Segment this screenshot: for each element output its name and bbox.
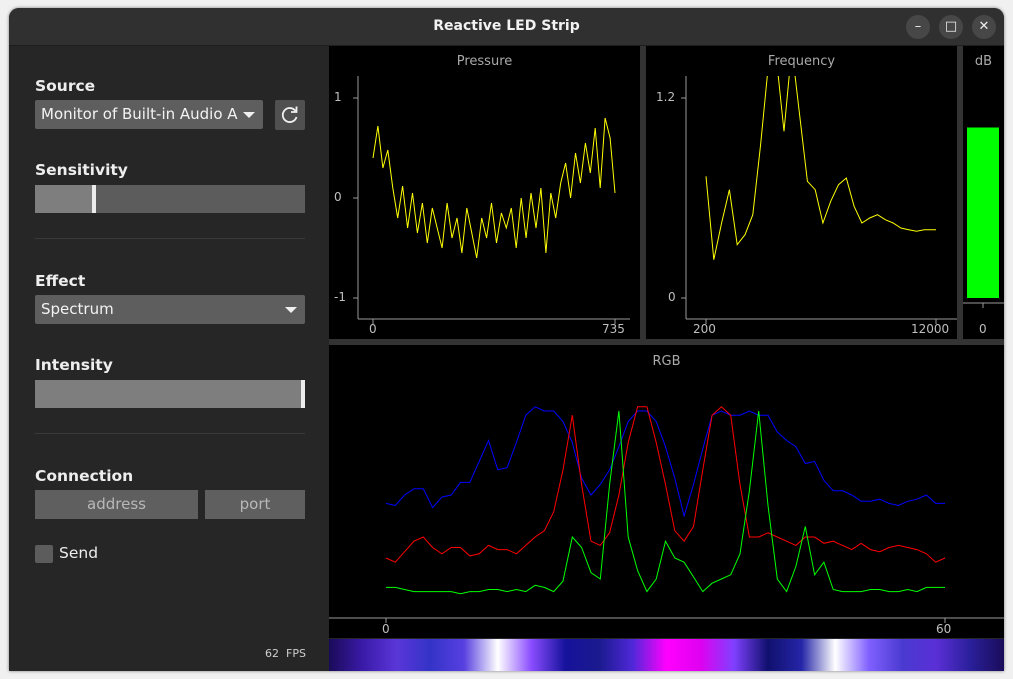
- send-label[interactable]: Send: [59, 544, 98, 562]
- db-level-bar: [967, 127, 999, 298]
- x-tick-label: 12000: [911, 322, 950, 336]
- blue-series-line: [385, 406, 945, 518]
- port-placeholder: port: [239, 495, 271, 513]
- green-series-line: [386, 410, 945, 595]
- divider: [35, 433, 305, 434]
- effect-value: Spectrum: [41, 300, 114, 318]
- y-tick-label: 1.2: [656, 90, 676, 104]
- pressure-series-line: [372, 117, 616, 259]
- y-tick-label: 0: [334, 190, 342, 204]
- fps-value: 62: [265, 647, 279, 660]
- intensity-fill: [35, 380, 305, 408]
- intensity-label: Intensity: [35, 356, 113, 374]
- address-input[interactable]: address: [35, 490, 198, 519]
- close-button[interactable]: ✕: [972, 15, 996, 39]
- sensitivity-slider[interactable]: [35, 185, 305, 213]
- red-series-line: [385, 406, 946, 563]
- fps-unit: FPS: [286, 647, 306, 660]
- frequency-series-line: [705, 76, 936, 260]
- effect-label: Effect: [35, 272, 86, 290]
- minimize-icon: –: [914, 19, 922, 34]
- x-tick-label: 735: [602, 322, 625, 336]
- x-tick-label: 200: [693, 322, 716, 336]
- led-strip-preview: [329, 639, 1004, 671]
- minimize-button[interactable]: –: [906, 15, 930, 39]
- fps-counter: 62 FPS: [265, 647, 306, 660]
- db-meter: dB 0: [963, 46, 1004, 339]
- source-dropdown[interactable]: Monitor of Built-in Audio A: [35, 100, 263, 129]
- source-label: Source: [35, 77, 96, 95]
- pressure-chart: [353, 76, 630, 324]
- chevron-down-icon: [285, 307, 297, 313]
- chevron-down-icon: [243, 112, 255, 118]
- send-checkbox[interactable]: [35, 545, 53, 563]
- port-input[interactable]: port: [205, 490, 305, 519]
- window-title: Reactive LED Strip: [433, 18, 580, 34]
- maximize-icon: □: [944, 19, 958, 34]
- frequency-plot: Frequency 1.2 0 200 12000: [646, 46, 957, 339]
- rgb-chart: [329, 406, 1004, 623]
- intensity-slider[interactable]: [35, 380, 305, 408]
- sensitivity-label: Sensitivity: [35, 161, 128, 179]
- x-tick-label: 60: [936, 622, 952, 636]
- divider: [35, 238, 305, 239]
- maximize-button[interactable]: □: [939, 15, 963, 39]
- app-window: Reactive LED Strip – □ ✕ Source Monitor …: [9, 8, 1004, 671]
- x-tick-label: 0: [979, 322, 987, 336]
- effect-dropdown[interactable]: Spectrum: [35, 295, 305, 324]
- pressure-plot: Pressure 1 0 -1 0 735: [329, 46, 640, 339]
- rgb-plot: RGB 0 60: [329, 345, 1004, 638]
- connection-label: Connection: [35, 467, 134, 485]
- refresh-icon: [281, 106, 298, 123]
- title-bar: Reactive LED Strip – □ ✕: [9, 8, 1004, 46]
- y-tick-label: 1: [334, 90, 342, 104]
- y-tick-label: -1: [334, 290, 346, 304]
- sidebar: Source Monitor of Built-in Audio A Sensi…: [9, 46, 329, 671]
- refresh-button[interactable]: [275, 100, 305, 130]
- x-tick-label: 0: [382, 622, 390, 636]
- close-icon: ✕: [978, 19, 990, 34]
- y-tick-label: 0: [668, 290, 676, 304]
- db-chart: [963, 127, 1004, 308]
- x-tick-label: 0: [369, 322, 377, 336]
- sensitivity-handle[interactable]: [92, 185, 97, 213]
- address-placeholder: address: [87, 495, 146, 513]
- intensity-handle[interactable]: [301, 380, 305, 408]
- sensitivity-fill: [35, 185, 95, 213]
- source-value: Monitor of Built-in Audio A: [41, 105, 238, 123]
- frequency-chart: [681, 76, 957, 324]
